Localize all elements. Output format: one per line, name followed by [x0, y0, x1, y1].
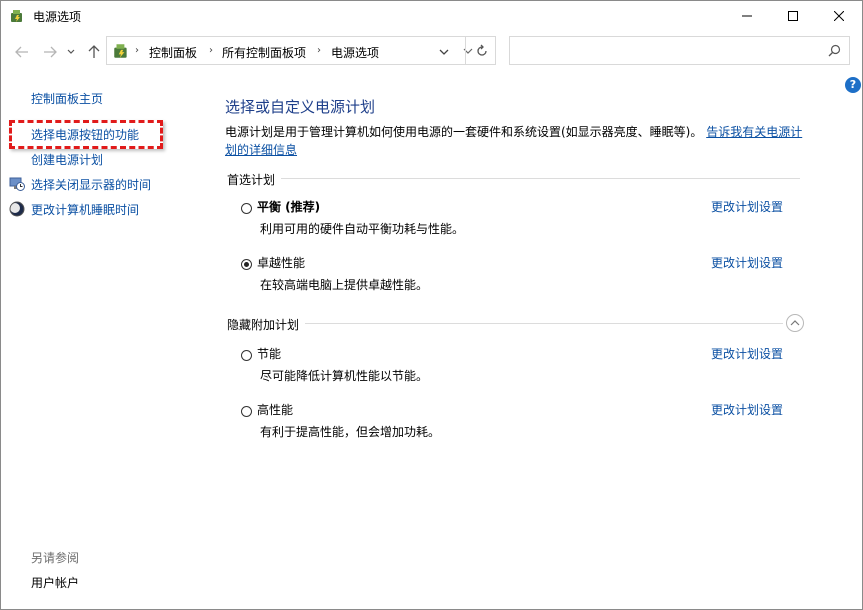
see-also-label: 另请参阅: [31, 551, 80, 565]
radio-high-performance[interactable]: [241, 406, 252, 417]
back-button[interactable]: [13, 43, 31, 61]
collapse-hidden-plans-button[interactable]: [786, 314, 804, 332]
breadcrumb-power-options[interactable]: 电源选项: [331, 44, 379, 61]
breadcrumb-control-panel[interactable]: 控制面板: [149, 44, 197, 61]
change-plan-settings-power-saver[interactable]: 更改计划设置: [711, 345, 783, 362]
breadcrumb-separator: ›: [135, 45, 139, 56]
breadcrumb-separator: ›: [209, 45, 213, 56]
address-dropdown-button[interactable]: [439, 45, 449, 59]
up-button[interactable]: [85, 43, 103, 61]
plan-name-high-performance[interactable]: 高性能: [257, 401, 293, 418]
forward-button[interactable]: [41, 43, 59, 61]
plan-name-power-saver[interactable]: 节能: [257, 345, 281, 362]
help-icon[interactable]: ?: [845, 77, 861, 93]
description-text: 电源计划是用于管理计算机如何使用电源的一套硬件和系统设置(如显示器亮度、睡眠等)…: [225, 125, 703, 139]
radio-ultimate-performance[interactable]: [241, 259, 252, 270]
monitor-clock-icon: [9, 176, 25, 192]
power-options-icon: [112, 42, 130, 60]
window-title: 电源选项: [33, 10, 82, 24]
page-description: 电源计划是用于管理计算机如何使用电源的一套硬件和系统设置(如显示器亮度、睡眠等)…: [225, 123, 805, 159]
arrow-up-icon: [88, 45, 100, 58]
search-input[interactable]: [509, 36, 850, 65]
refresh-button[interactable]: [465, 37, 497, 64]
change-plan-settings-high-performance[interactable]: 更改计划设置: [711, 401, 783, 418]
plan-desc-power-saver: 尽可能降低计算机性能以节能。: [260, 369, 429, 383]
change-plan-settings-balanced[interactable]: 更改计划设置: [711, 198, 783, 215]
sidebar-item-power-button[interactable]: 选择电源按钮的功能: [31, 126, 139, 143]
arrow-left-icon: [15, 46, 28, 58]
chevron-down-icon: [439, 49, 449, 55]
arrow-right-icon: [44, 46, 57, 58]
breadcrumb-all-items[interactable]: 所有控制面板项: [222, 44, 306, 61]
breadcrumb-separator: ›: [317, 45, 321, 56]
plan-name-ultimate-performance[interactable]: 卓越性能: [257, 254, 305, 271]
minimize-button[interactable]: [724, 1, 770, 31]
change-plan-settings-ultimate[interactable]: 更改计划设置: [711, 254, 783, 271]
chevron-down-icon: [67, 49, 75, 54]
sidebar-item-create-plan[interactable]: 创建电源计划: [31, 151, 103, 168]
divider: [281, 178, 800, 179]
radio-balanced[interactable]: [241, 203, 252, 214]
hidden-plans-header: 隐藏附加计划: [227, 318, 300, 332]
refresh-icon: [476, 44, 487, 56]
page-title: 选择或自定义电源计划: [225, 98, 376, 116]
maximize-button[interactable]: [770, 1, 816, 31]
moon-icon: [9, 201, 25, 217]
plan-desc-ultimate-performance: 在较高端电脑上提供卓越性能。: [260, 278, 429, 292]
plan-desc-high-performance: 有利于提高性能，但会增加功耗。: [260, 425, 441, 439]
control-panel-home-link[interactable]: 控制面板主页: [31, 90, 103, 107]
close-button[interactable]: [816, 1, 862, 31]
power-options-icon: [9, 8, 25, 24]
radio-power-saver[interactable]: [241, 350, 252, 361]
plan-desc-balanced: 利用可用的硬件自动平衡功耗与性能。: [260, 222, 465, 236]
search-icon: [828, 44, 841, 60]
address-toolbar: › 控制面板 › 所有控制面板项 › 电源选项: [1, 35, 862, 69]
power-options-window: 电源选项 › 控制面板 › 所有控制面板项 › 电源选项 ? 控制面板主页 选择…: [0, 0, 863, 610]
sidebar-item-sleep-time[interactable]: 更改计算机睡眠时间: [31, 201, 139, 218]
chevron-up-icon: [790, 320, 800, 326]
plan-name-balanced[interactable]: 平衡 (推荐): [257, 198, 320, 215]
sidebar-item-display-off[interactable]: 选择关闭显示器的时间: [31, 176, 151, 193]
preferred-plans-header: 首选计划: [227, 173, 276, 187]
address-bar[interactable]: › 控制面板 › 所有控制面板项 › 电源选项: [106, 36, 496, 65]
divider: [305, 323, 783, 324]
recent-locations-button[interactable]: [65, 43, 77, 61]
title-bar: 电源选项: [1, 1, 862, 31]
user-accounts-link[interactable]: 用户帐户: [31, 574, 79, 591]
